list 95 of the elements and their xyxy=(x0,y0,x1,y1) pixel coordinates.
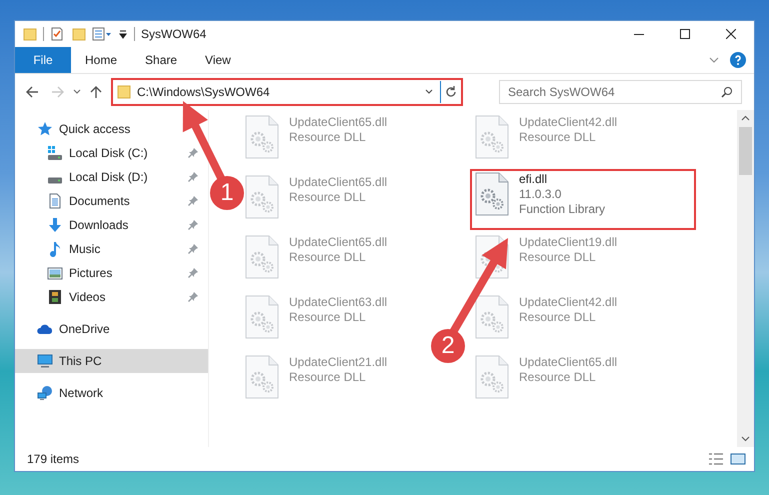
sidebar-label: OneDrive xyxy=(59,321,110,338)
pin-icon[interactable] xyxy=(188,244,198,254)
file-name: UpdateClient65.dll xyxy=(519,355,618,370)
sidebar-item[interactable]: Videos xyxy=(15,285,208,309)
sidebar-label: Network xyxy=(59,385,104,402)
gear-file-icon xyxy=(245,115,279,159)
search-icon xyxy=(721,86,733,98)
file-type: Function Library xyxy=(519,202,606,217)
chevron-down-icon[interactable] xyxy=(741,434,750,443)
address-path: C:\Windows\SysWOW64 xyxy=(137,84,271,101)
properties-icon[interactable] xyxy=(92,27,112,41)
sidebar-label: Downloads xyxy=(69,217,130,234)
search-field[interactable]: Search SysWOW64 xyxy=(499,80,742,104)
gear-file-icon xyxy=(245,175,279,219)
sidebar-item[interactable]: OneDrive xyxy=(15,317,120,341)
sidebar-item[interactable]: Local Disk (D:) xyxy=(15,165,208,189)
pin-icon[interactable] xyxy=(188,220,198,230)
scrollbar-thumb[interactable] xyxy=(739,127,752,175)
checklist-icon[interactable] xyxy=(50,27,64,41)
file-name: UpdateClient42.dll xyxy=(519,115,618,130)
file-type: Resource DLL xyxy=(519,370,597,385)
chevron-up-icon[interactable] xyxy=(741,114,750,123)
network-icon xyxy=(37,385,53,401)
document-icon xyxy=(47,193,63,209)
file-name: UpdateClient65.dll xyxy=(289,115,388,130)
dropdown-arrow-icon[interactable] xyxy=(118,29,128,39)
sidebar-label: This PC xyxy=(59,353,103,370)
scrollbar[interactable] xyxy=(737,110,754,447)
sidebar-item[interactable]: Pictures xyxy=(15,261,208,285)
sidebar-label: Local Disk (C:) xyxy=(69,145,149,162)
sidebar-item[interactable]: Quick access xyxy=(15,117,140,141)
music-note-icon xyxy=(47,241,63,257)
back-arrow-icon[interactable] xyxy=(25,85,39,99)
sidebar-item[interactable]: Music xyxy=(15,237,208,261)
drive-icon xyxy=(47,145,63,161)
sidebar-label: Quick access xyxy=(59,121,130,138)
gear-file-icon xyxy=(475,172,509,216)
close-icon xyxy=(726,29,736,39)
pin-icon[interactable] xyxy=(188,148,198,158)
sidebar-label: Pictures xyxy=(69,265,114,282)
file-type: Resource DLL xyxy=(519,250,597,265)
ribbon-tab[interactable]: File xyxy=(15,47,71,73)
up-arrow-icon[interactable] xyxy=(89,85,103,99)
pin-icon[interactable] xyxy=(188,172,198,182)
folder-icon xyxy=(117,85,131,99)
file-name: efi.dll xyxy=(519,172,548,187)
drive-icon xyxy=(47,176,63,184)
ribbon-tab[interactable]: View xyxy=(191,47,245,73)
sidebar-item[interactable]: Network xyxy=(15,381,114,405)
sidebar-item[interactable]: Local Disk (C:) xyxy=(15,141,208,165)
ribbon-tab[interactable]: Home xyxy=(71,47,132,73)
gear-file-icon xyxy=(245,295,279,339)
file-name: UpdateClient42.dll xyxy=(519,295,618,310)
pin-icon[interactable] xyxy=(188,196,198,206)
file-name: UpdateClient19.dll xyxy=(519,235,618,250)
monitor-icon xyxy=(37,353,53,369)
sidebar-item[interactable]: Documents xyxy=(15,189,208,213)
picture-icon xyxy=(47,265,63,281)
file-name: UpdateClient65.dll xyxy=(289,235,388,250)
pin-icon[interactable] xyxy=(188,292,198,302)
ribbon-tab[interactable]: Share xyxy=(131,47,192,73)
file-type: Resource DLL xyxy=(519,130,597,145)
download-arrow-icon xyxy=(47,217,63,233)
file-type: Resource DLL xyxy=(289,310,367,325)
file-type: Resource DLL xyxy=(289,190,367,205)
file-name: UpdateClient63.dll xyxy=(289,295,388,310)
sidebar-label: Videos xyxy=(69,289,106,306)
file-version: 11.0.3.0 xyxy=(519,187,562,202)
sidebar-item[interactable]: Downloads xyxy=(15,213,208,237)
sidebar-label: Local Disk (D:) xyxy=(69,169,149,186)
sidebar-item[interactable]: This PC xyxy=(15,349,208,373)
chevron-down-icon[interactable] xyxy=(73,88,81,96)
window-title: SysWOW64 xyxy=(141,26,208,43)
file-item[interactable]: efi.dll 11.0.3.0 Function Library xyxy=(470,169,696,230)
file-name: UpdateClient21.dll xyxy=(289,355,388,370)
gear-file-icon xyxy=(475,295,509,339)
item-count: 179 items xyxy=(27,451,80,468)
help-icon[interactable] xyxy=(730,52,746,68)
film-icon xyxy=(47,289,63,305)
file-type: Resource DLL xyxy=(289,130,367,145)
gear-file-icon xyxy=(245,355,279,399)
file-type: Resource DLL xyxy=(289,250,367,265)
file-type: Resource DLL xyxy=(519,310,597,325)
file-name: UpdateClient65.dll xyxy=(289,175,388,190)
gear-file-icon xyxy=(475,115,509,159)
tiles-view-icon[interactable] xyxy=(730,452,746,466)
gear-file-icon xyxy=(245,235,279,279)
star-icon xyxy=(37,121,53,137)
details-view-icon[interactable] xyxy=(708,452,724,466)
pin-icon[interactable] xyxy=(188,268,198,278)
sidebar-label: Music xyxy=(69,241,102,258)
file-type: Resource DLL xyxy=(289,370,367,385)
address-field[interactable]: C:\Windows\SysWOW64 xyxy=(111,78,463,106)
sidebar-label: Documents xyxy=(69,193,131,210)
gear-file-icon xyxy=(475,355,509,399)
